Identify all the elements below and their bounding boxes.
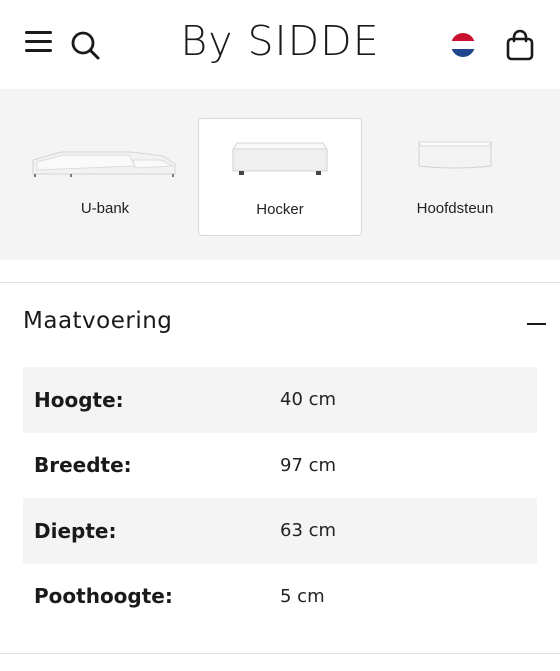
variant-hoofdsteun[interactable]: Hoofdsteun: [373, 118, 537, 236]
spec-value: 5 cm: [280, 585, 325, 607]
spec-value: 97 cm: [280, 454, 337, 476]
spec-label: Hoogte:: [34, 387, 124, 412]
spec-value: 40 cm: [280, 389, 337, 411]
shopping-bag-icon[interactable]: [505, 29, 535, 61]
table-row: Poothoogte: 5 cm: [23, 564, 537, 630]
divider: [0, 653, 560, 654]
table-row: Hoogte: 40 cm: [23, 367, 537, 433]
variant-u-bank[interactable]: U-bank: [23, 118, 187, 236]
variant-selector: U-bank Hocker Hoofdsteun: [0, 89, 560, 260]
hoofdsteun-image: [418, 141, 492, 169]
dimensions-table: Hoogte: 40 cm Breedte: 97 cm Diepte: 63 …: [23, 367, 537, 629]
section-title: Maatvoering: [23, 308, 173, 334]
table-row: Breedte: 97 cm: [23, 433, 537, 499]
table-row: Diepte: 63 cm: [23, 498, 537, 564]
divider: [0, 282, 560, 283]
spec-label: Poothoogte:: [34, 584, 173, 609]
u-bank-image: [32, 151, 176, 177]
variant-label: U-bank: [80, 200, 130, 217]
minus-icon[interactable]: [527, 323, 546, 325]
variant-hocker[interactable]: Hocker: [198, 118, 362, 236]
netherlands-flag-icon[interactable]: [451, 33, 475, 57]
spec-value: 63 cm: [280, 520, 337, 542]
spec-label: Breedte:: [34, 453, 132, 478]
site-header: By SIDDE: [0, 0, 560, 89]
brand-logo[interactable]: By SIDDE: [0, 17, 560, 65]
spec-label: Diepte:: [34, 518, 117, 543]
variant-label: Hoofdsteun: [416, 200, 494, 217]
hocker-image: [232, 142, 328, 175]
dimensions-accordion-header[interactable]: Maatvoering: [0, 300, 560, 350]
variant-label: Hocker: [256, 201, 304, 218]
